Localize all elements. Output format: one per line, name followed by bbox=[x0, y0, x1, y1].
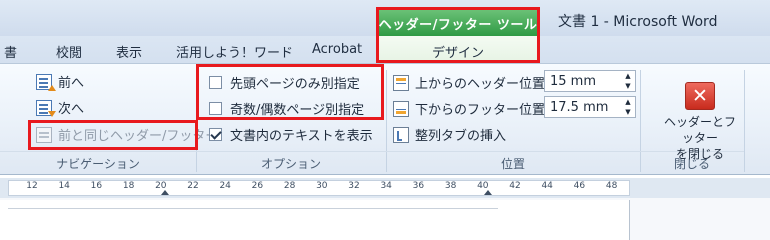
group-label-navigation: ナビゲーション bbox=[0, 151, 196, 173]
ruler-number: 12 bbox=[26, 181, 38, 191]
close-header-footer-button[interactable]: ✕ ヘッダーとフッター を閉じる bbox=[660, 75, 740, 161]
insert-alignment-tab-label: 整列タブの挿入 bbox=[415, 129, 507, 144]
header-boundary-line bbox=[8, 208, 498, 209]
footer-from-bottom-label: 下からのフッター位置: bbox=[415, 103, 550, 118]
next-button[interactable]: 次へ bbox=[36, 98, 84, 117]
previous-section-icon bbox=[36, 73, 52, 90]
header-from-top-label-wrap: 上からのヘッダー位置: bbox=[393, 73, 549, 92]
ribbon: 前へ 次へ 前と同じヘッダー/フッター ナビゲーション 先頭ページのみ別指定 奇… bbox=[0, 63, 770, 175]
ruler-number: 34 bbox=[380, 181, 392, 191]
ruler-number: 42 bbox=[509, 181, 521, 191]
previous-label: 前へ bbox=[58, 76, 85, 91]
header-from-top-spinner[interactable]: 15 mm ▲ ▼ bbox=[544, 70, 636, 92]
close-x-icon: ✕ bbox=[685, 82, 715, 110]
ruler-number: 14 bbox=[58, 181, 70, 191]
ruler-number: 26 bbox=[251, 181, 264, 191]
alignment-tab-icon bbox=[393, 126, 409, 143]
footer-position-icon bbox=[393, 100, 409, 117]
group-label-position: 位置 bbox=[386, 151, 640, 173]
header-from-top-label: 上からのヘッダー位置: bbox=[415, 77, 550, 92]
tab-review[interactable]: 校閲 bbox=[56, 42, 82, 61]
tab-stop-marker[interactable] bbox=[484, 190, 492, 195]
footer-from-bottom-spinner[interactable]: 17.5 mm ▲ ▼ bbox=[544, 96, 636, 118]
spinner-arrows[interactable]: ▲ ▼ bbox=[623, 98, 633, 116]
document-page[interactable] bbox=[0, 200, 630, 240]
footer-from-bottom-value: 17.5 mm bbox=[550, 99, 609, 115]
ruler-number: 46 bbox=[573, 181, 586, 191]
horizontal-ruler[interactable]: 12 14 16 18 20 22 24 26 28 30 32 34 36 38 40 42 44 46 48 bbox=[0, 178, 770, 198]
header-from-top-value: 15 mm bbox=[550, 73, 597, 89]
left-indent-marker[interactable] bbox=[161, 190, 169, 195]
ruler-number: 16 bbox=[90, 181, 103, 191]
highlight-box-link-to-previous bbox=[28, 120, 198, 150]
close-header-footer-label: ヘッダーとフッター を閉じる bbox=[663, 115, 736, 161]
ruler-number: 44 bbox=[541, 181, 553, 191]
show-document-text-label: 文書内のテキストを表示 bbox=[230, 129, 373, 144]
next-label: 次へ bbox=[58, 102, 85, 117]
tab-references[interactable]: 書 bbox=[4, 42, 17, 61]
checkbox-checked bbox=[209, 128, 222, 141]
window-title: 文書 1 - Microsoft Word bbox=[558, 14, 718, 30]
group-separator bbox=[744, 70, 745, 172]
next-section-icon bbox=[36, 99, 52, 116]
tab-view[interactable]: 表示 bbox=[116, 42, 142, 61]
spinner-arrows[interactable]: ▲ ▼ bbox=[623, 72, 633, 90]
ruler-number: 36 bbox=[412, 181, 425, 191]
ruler-number: 30 bbox=[316, 181, 328, 191]
footer-from-bottom-label-wrap: 下からのフッター位置: bbox=[393, 99, 549, 118]
previous-button[interactable]: 前へ bbox=[36, 72, 84, 91]
tab-katsuyou-word[interactable]: 活用しよう！ワード bbox=[176, 42, 293, 61]
show-document-text-checkbox[interactable]: 文書内のテキストを表示 bbox=[209, 125, 373, 144]
ruler-number: 18 bbox=[122, 181, 135, 191]
ruler-number: 22 bbox=[187, 181, 199, 191]
highlight-box-header-footer-tools bbox=[376, 7, 540, 63]
tab-acrobat[interactable]: Acrobat bbox=[312, 42, 362, 57]
ruler-number: 32 bbox=[348, 181, 360, 191]
ruler-number: 28 bbox=[283, 181, 296, 191]
highlight-box-page-options bbox=[196, 64, 384, 120]
insert-alignment-tab-button[interactable]: 整列タブの挿入 bbox=[393, 125, 506, 144]
header-position-icon bbox=[393, 74, 409, 91]
ruler-number: 48 bbox=[605, 181, 618, 191]
ruler-number: 24 bbox=[219, 181, 231, 191]
group-label-options: オプション bbox=[196, 151, 386, 173]
ruler-number: 38 bbox=[444, 181, 457, 191]
